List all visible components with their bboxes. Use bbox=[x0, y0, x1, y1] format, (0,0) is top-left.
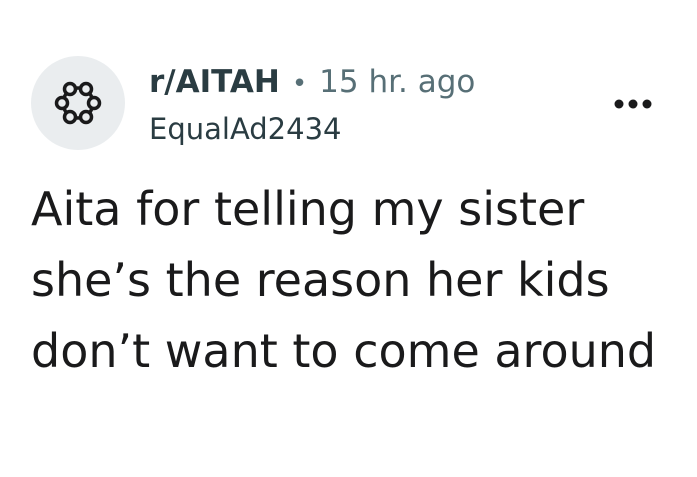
post-timestamp: 15 hr. ago bbox=[319, 64, 476, 100]
subreddit-avatar[interactable] bbox=[31, 56, 125, 150]
post-meta-line: r/AITAH • 15 hr. ago bbox=[149, 60, 569, 106]
post-title[interactable]: Aita for telling my sister she’s the rea… bbox=[31, 174, 671, 387]
post-meta: r/AITAH • 15 hr. ago EqualAd2434 bbox=[149, 60, 569, 149]
subreddit-ring-icon bbox=[54, 81, 102, 125]
subreddit-link[interactable]: r/AITAH bbox=[149, 60, 280, 104]
author-link[interactable]: EqualAd2434 bbox=[149, 109, 569, 149]
meta-separator: • bbox=[291, 69, 308, 99]
more-options-button[interactable] bbox=[605, 86, 661, 122]
post-card: r/AITAH • 15 hr. ago EqualAd2434 Aita fo… bbox=[0, 0, 697, 477]
more-options-icon bbox=[614, 99, 652, 109]
